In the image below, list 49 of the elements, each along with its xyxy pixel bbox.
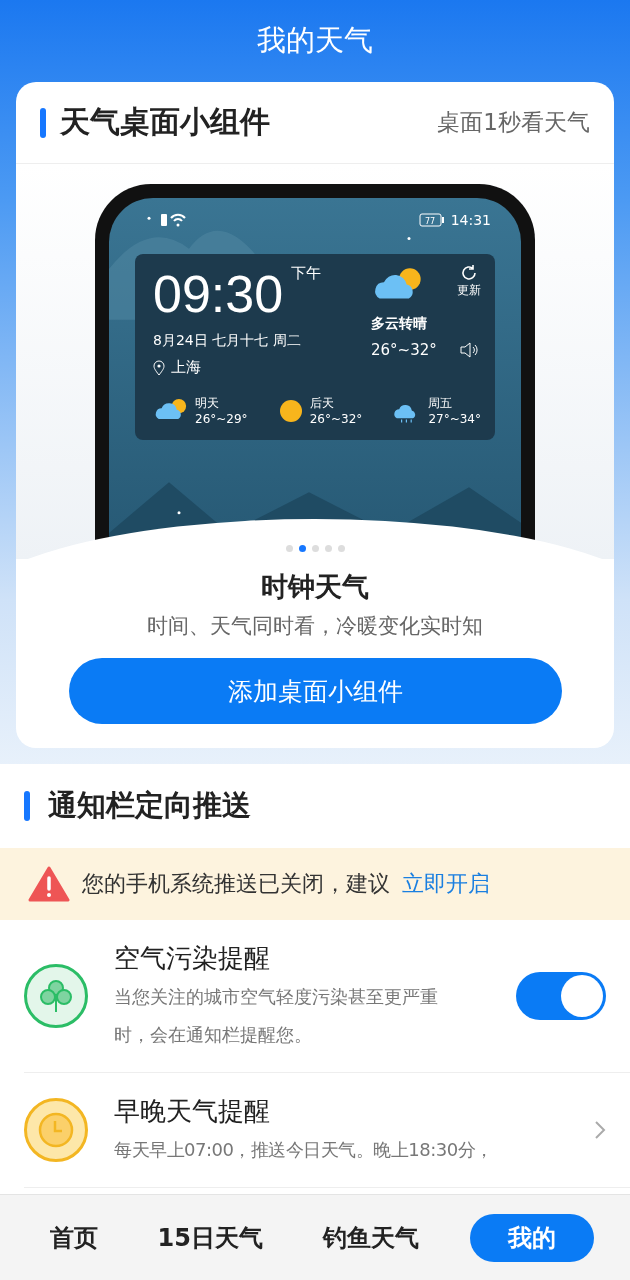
- card-subtitle: 桌面1秒看天气: [437, 108, 590, 137]
- forecast-temperature: 26°~32°: [309, 412, 363, 426]
- section-title: 通知栏定向推送: [48, 787, 251, 824]
- refresh-label: 更新: [457, 282, 481, 299]
- enable-link[interactable]: 立即开启: [402, 869, 490, 899]
- speaker-icon: [458, 342, 479, 359]
- forecast-temperature: 27°~34°: [428, 412, 481, 426]
- clover-icon: [24, 964, 88, 1028]
- clock-icon: [24, 1098, 88, 1162]
- wifi-icon: [161, 213, 187, 227]
- forecast-day: 明天: [195, 395, 248, 412]
- reminder-title: 早晚天气提醒: [114, 1095, 271, 1128]
- am-pm-label: 下午: [291, 264, 322, 283]
- battery-icon: 77: [418, 213, 445, 227]
- reminder-toggle[interactable]: [516, 972, 606, 1020]
- warning-text: 您的手机系统推送已关闭，建议: [82, 870, 390, 898]
- page-title: 我的天气: [256, 22, 374, 59]
- warning-icon: [28, 866, 70, 902]
- forecast-temperature: 26°~29°: [195, 412, 248, 426]
- refresh-icon[interactable]: [460, 264, 478, 282]
- pager-dot[interactable]: [298, 545, 306, 552]
- widget-city: 上海: [171, 358, 201, 377]
- widget-time: 09:30: [153, 264, 284, 324]
- card-title: 天气桌面小组件: [60, 103, 271, 141]
- nav-tab[interactable]: 15日天气: [149, 1213, 271, 1262]
- reminder-description: 当您关注的城市空气轻度污染甚至更严重时，会在通知栏提醒您。: [114, 985, 439, 1047]
- accent-bar: [24, 791, 30, 821]
- accent-bar: [40, 107, 46, 138]
- widget-temperature: 26°~32°: [371, 341, 437, 360]
- nav-tab[interactable]: 首页: [41, 1213, 106, 1262]
- reminder-description: 每天早上07:00，推送今日天气。晚上18:30分，: [114, 1138, 494, 1162]
- location-pin-icon: [153, 359, 165, 376]
- pager-dot[interactable]: [285, 545, 293, 552]
- pager-dot[interactable]: [324, 545, 332, 552]
- nav-tab[interactable]: 我的: [470, 1213, 595, 1262]
- add-widget-button[interactable]: 添加桌面小组件: [68, 658, 562, 724]
- pager-dot[interactable]: [311, 545, 319, 552]
- widget-description: 时间、天气同时看，冷暖变化实时知: [147, 613, 483, 640]
- forecast-day: 后天: [309, 395, 363, 412]
- status-time: 14:31: [450, 212, 491, 228]
- forecast-day: 周五: [428, 395, 481, 412]
- chevron-right-icon[interactable]: [594, 1120, 606, 1140]
- pager-dot[interactable]: [337, 545, 345, 552]
- nav-tab[interactable]: 钓鱼天气: [314, 1213, 427, 1262]
- widget-condition: 多云转晴: [371, 315, 427, 334]
- widget-name: 时钟天气: [261, 570, 369, 604]
- widget-date: 8月24日 七月十七 周二: [153, 332, 301, 350]
- sun-icon: [277, 397, 304, 424]
- reminder-title: 空气污染提醒: [114, 942, 271, 975]
